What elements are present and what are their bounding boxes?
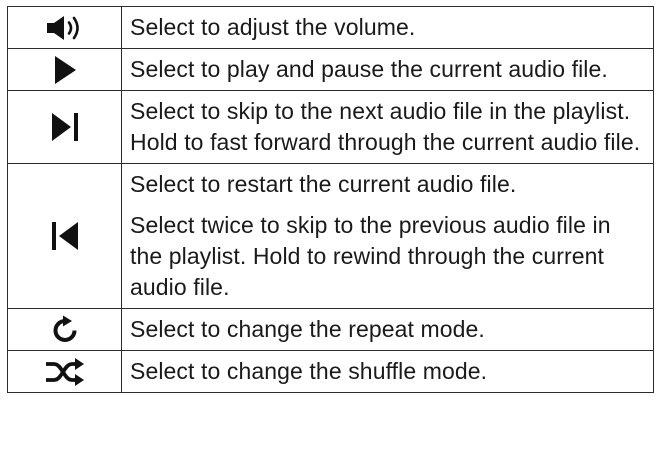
description-cell: Select to change the shuffle mode. (121, 350, 654, 393)
controls-table: Select to adjust the volume. Select to p… (7, 6, 654, 393)
icon-cell (7, 6, 122, 49)
table-row: Select to adjust the volume. (7, 6, 654, 49)
play-icon (54, 55, 76, 84)
volume-icon (46, 15, 79, 40)
repeat-icon (53, 315, 76, 342)
description-text: Select twice to skip to the previous aud… (130, 212, 611, 300)
icon-cell (7, 350, 122, 393)
table-row: Select to change the repeat mode. (7, 308, 654, 351)
description-cell: Select to skip to the next audio file in… (121, 90, 654, 164)
description-cell: Select to restart the current audio file… (121, 163, 654, 309)
table-row: Select to play and pause the current aud… (7, 48, 654, 91)
description-cell: Select to change the repeat mode. (121, 308, 654, 351)
icon-cell (7, 163, 122, 309)
description-cell: Select to play and pause the current aud… (121, 48, 654, 91)
description-text: Select to adjust the volume. (130, 14, 416, 40)
description-text: Select to skip to the next audio file in… (130, 98, 641, 155)
shuffle-icon (45, 357, 84, 386)
description-text: Select to restart the current audio file… (130, 171, 517, 197)
skip-next-icon (51, 113, 78, 141)
skip-previous-icon (51, 222, 78, 250)
description-text: Select to change the repeat mode. (130, 316, 485, 342)
icon-cell (7, 308, 122, 351)
table-row: Select to restart the current audio file… (7, 163, 654, 309)
description-text: Select to play and pause the current aud… (130, 56, 608, 82)
table-row: Select to change the shuffle mode. (7, 350, 654, 393)
description-cell: Select to adjust the volume. (121, 6, 654, 49)
table-row: Select to skip to the next audio file in… (7, 90, 654, 164)
icon-cell (7, 48, 122, 91)
description-text: Select to change the shuffle mode. (130, 358, 488, 384)
icon-cell (7, 90, 122, 164)
